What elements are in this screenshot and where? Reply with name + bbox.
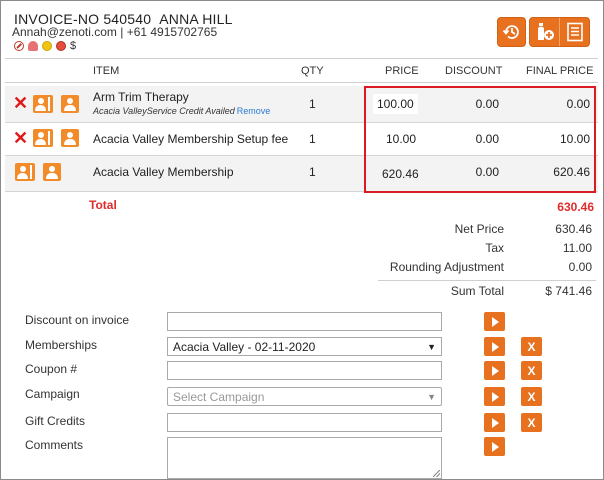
table-row: ✕ Arm Trim Therapy Acacia ValleyService … bbox=[5, 86, 598, 123]
table-row: Acacia Valley Membership 1 620.46 0.00 6… bbox=[5, 156, 598, 192]
red-dot-icon bbox=[56, 41, 66, 51]
status-icons: $ bbox=[14, 40, 76, 52]
gift-credits-input[interactable] bbox=[167, 413, 442, 432]
play-icon bbox=[492, 316, 499, 327]
apply-gift-credits-button[interactable] bbox=[484, 413, 505, 432]
net-price-value: 630.46 bbox=[555, 222, 592, 236]
total-label: Total bbox=[89, 198, 117, 212]
person-icon[interactable] bbox=[61, 129, 79, 147]
person-icon[interactable] bbox=[61, 95, 79, 113]
apply-discount-button[interactable] bbox=[484, 312, 505, 331]
rounding-value: 0.00 bbox=[568, 260, 592, 274]
rounding-label: Rounding Adjustment bbox=[389, 260, 504, 274]
item-qty: 1 bbox=[309, 97, 316, 111]
apply-coupon-button[interactable] bbox=[484, 361, 505, 380]
sum-total-label: Sum Total bbox=[450, 284, 504, 298]
play-icon bbox=[492, 365, 499, 376]
total-value: 630.46 bbox=[557, 200, 594, 214]
remove-link[interactable]: Remove bbox=[237, 106, 271, 116]
play-icon bbox=[492, 441, 499, 452]
invoice-details-button[interactable] bbox=[559, 18, 589, 46]
chevron-down-icon: ▼ bbox=[427, 341, 436, 352]
item-final-price: 620.46 bbox=[553, 165, 590, 179]
clear-membership-button[interactable]: X bbox=[521, 337, 542, 356]
comments-label: Comments bbox=[25, 438, 84, 452]
apply-campaign-button[interactable] bbox=[484, 387, 505, 406]
item-final-price: 0.00 bbox=[566, 97, 590, 111]
campaign-placeholder: Select Campaign bbox=[173, 389, 265, 404]
play-icon bbox=[492, 391, 499, 402]
discount-input[interactable] bbox=[167, 312, 442, 331]
col-item: ITEM bbox=[93, 65, 120, 77]
apply-membership-button[interactable] bbox=[484, 337, 505, 356]
item-qty: 1 bbox=[309, 165, 316, 179]
item-name: Acacia Valley Membership Setup fee bbox=[93, 132, 289, 146]
coupon-label: Coupon # bbox=[25, 362, 78, 376]
resize-grip-icon[interactable] bbox=[433, 470, 440, 477]
history-icon bbox=[502, 25, 519, 39]
clear-gift-credits-button[interactable]: X bbox=[521, 413, 542, 432]
campaign-select[interactable]: Select Campaign ▼ bbox=[167, 387, 442, 406]
customer-contact: Annah@zenoti.com | +61 4915702765 bbox=[12, 25, 218, 39]
net-price-label: Net Price bbox=[454, 222, 504, 236]
item-qty: 1 bbox=[309, 132, 316, 146]
table-row: ✕ Acacia Valley Membership Setup fee 1 1… bbox=[5, 123, 598, 156]
comments-textarea[interactable] bbox=[167, 437, 442, 479]
play-icon bbox=[492, 417, 499, 428]
totals-divider bbox=[378, 280, 596, 281]
item-name: Acacia Valley Membership bbox=[93, 165, 234, 179]
item-discount: 0.00 bbox=[475, 97, 499, 111]
therapist-icon[interactable] bbox=[15, 163, 35, 181]
therapist-icon[interactable] bbox=[33, 129, 53, 147]
document-list-icon bbox=[566, 22, 583, 42]
item-price[interactable]: 10.00 bbox=[386, 132, 416, 146]
clear-coupon-button[interactable]: X bbox=[521, 361, 542, 380]
play-icon bbox=[492, 341, 499, 352]
tax-value: 11.00 bbox=[562, 241, 592, 255]
col-price: PRICE bbox=[385, 65, 419, 77]
campaign-label: Campaign bbox=[25, 387, 80, 401]
chevron-down-icon: ▼ bbox=[427, 391, 436, 402]
dollar-icon: $ bbox=[70, 40, 77, 52]
item-price[interactable]: 620.46 bbox=[382, 167, 419, 181]
gift-credits-label: Gift Credits bbox=[25, 414, 86, 428]
therapist-icon[interactable] bbox=[33, 95, 53, 113]
person-alert-icon bbox=[28, 41, 38, 51]
clear-campaign-button[interactable]: X bbox=[521, 387, 542, 406]
delete-icon[interactable]: ✕ bbox=[13, 129, 28, 147]
col-final-price: FINAL PRICE bbox=[526, 65, 594, 77]
item-note: Acacia ValleyService Credit Availed Remov… bbox=[93, 106, 271, 116]
delete-icon[interactable]: ✕ bbox=[13, 94, 28, 112]
item-final-price: 10.00 bbox=[559, 132, 590, 146]
discount-label: Discount on invoice bbox=[25, 313, 130, 327]
col-discount: DISCOUNT bbox=[445, 65, 503, 77]
item-name: Arm Trim Therapy bbox=[93, 90, 189, 104]
item-price[interactable]: 100.00 bbox=[373, 94, 418, 114]
item-discount: 0.00 bbox=[475, 165, 499, 179]
save-comments-button[interactable] bbox=[484, 437, 505, 456]
history-button[interactable] bbox=[497, 17, 526, 47]
memberships-select[interactable]: Acacia Valley - 02-11-2020 ▼ bbox=[167, 337, 442, 356]
item-discount: 0.00 bbox=[475, 132, 499, 146]
line-items-header: ITEM QTY PRICE DISCOUNT FINAL PRICE bbox=[5, 58, 598, 83]
sum-total-value: $ 741.46 bbox=[545, 284, 592, 298]
bottle-plus-icon bbox=[537, 23, 554, 40]
memberships-label: Memberships bbox=[25, 338, 98, 352]
ban-icon bbox=[14, 41, 24, 51]
person-icon[interactable] bbox=[43, 163, 61, 181]
add-item-button[interactable] bbox=[530, 18, 559, 46]
memberships-value: Acacia Valley - 02-11-2020 bbox=[173, 339, 316, 354]
tax-label: Tax bbox=[485, 241, 504, 255]
yellow-dot-icon bbox=[42, 41, 52, 51]
invoice-actions bbox=[529, 17, 590, 47]
coupon-input[interactable] bbox=[167, 361, 442, 380]
col-qty: QTY bbox=[301, 65, 324, 77]
